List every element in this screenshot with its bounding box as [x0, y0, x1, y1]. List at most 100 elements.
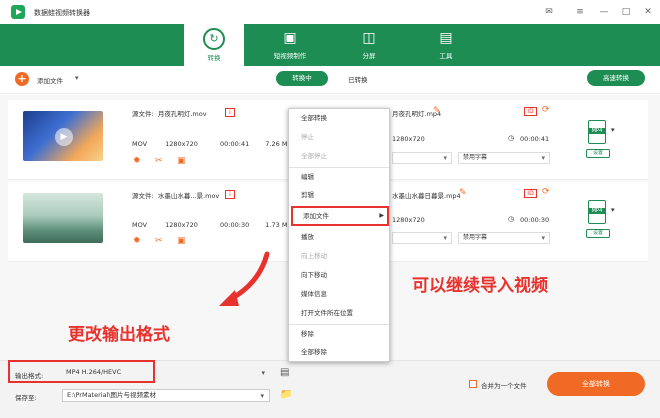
format-icon-label: MP4 [589, 208, 605, 214]
menu-item-stop[interactable]: 停止 [289, 128, 389, 147]
video-thumbnail[interactable] [23, 193, 103, 243]
menu-item-move-up[interactable]: 向上移动 [289, 247, 389, 266]
play-icon[interactable]: ▶ [55, 128, 73, 146]
annotation-arrow [219, 251, 270, 306]
output-resolution-text: 1280x720 [392, 216, 425, 224]
subtitle-select[interactable]: 禁用字幕 [458, 232, 550, 244]
subtitle-edit-icon[interactable]: ▣ [177, 156, 186, 166]
menu-item-remove[interactable]: 移除 [289, 324, 389, 343]
settings-button[interactable]: 设置 [586, 229, 610, 238]
app-title: 数据蛙视频转换器 [34, 9, 90, 17]
menu-icon[interactable]: ≡ [573, 5, 587, 19]
star-effect-icon[interactable]: ✸ [133, 156, 141, 166]
format-settings-icon[interactable]: ▤ [280, 367, 289, 378]
chevron-down-icon[interactable]: ▾ [611, 206, 615, 214]
tab-convert[interactable]: ↻ 转换 [184, 18, 244, 66]
output-duration: 00:00:41 [520, 135, 550, 143]
convert-all-button[interactable]: 全部转换 [547, 372, 645, 396]
save-path-select[interactable]: E:\PrMaterial\图片与视频素材 [62, 389, 270, 402]
tab-short-video-label: 短视频制作 [273, 52, 307, 60]
source-resolution: 1280x720 [165, 221, 198, 229]
subtitle-edit-icon[interactable]: ▣ [177, 236, 186, 246]
clock-icon: ◷ [508, 134, 515, 142]
source-name: 月夜孔明灯.mov [157, 110, 207, 118]
output-name: 水墨山水暮日暮景.mp4 [392, 192, 461, 200]
title-bar: 数据蛙视频转换器 ✉ ≡ — □ ✕ [0, 0, 660, 24]
source-name: 水墨山水暮...景.mov [157, 192, 220, 200]
annotation-import-hint: 可以继续导入视频 [412, 276, 548, 296]
info-icon[interactable]: i [225, 108, 235, 117]
cut-icon[interactable]: ✂ [155, 156, 163, 166]
save-to-label: 保存至: [15, 394, 37, 402]
format-mp4-icon[interactable]: MP4 [588, 120, 606, 144]
source-label: 源文件: [132, 110, 154, 118]
main-nav: ↻ 转换 ▣ 短视频制作 ◫ 分屏 ▤ 工具 [0, 18, 660, 66]
context-menu: 全部转换 停止 全部停止 编辑 剪辑 添加文件 播放 向上移动 向下移动 媒体信… [288, 108, 390, 362]
source-format: MOV [132, 221, 148, 229]
convert-icon: ↻ [203, 28, 225, 50]
add-file-button[interactable]: 添加文件 [37, 75, 63, 85]
toolbox-icon: ▤ [439, 30, 453, 46]
menu-item-remove-all[interactable]: 全部移除 [289, 343, 389, 362]
chevron-down-icon[interactable]: ▾ [611, 126, 615, 134]
close-icon[interactable]: ✕ [641, 5, 655, 19]
output-format-highlight [8, 360, 155, 383]
compress-icon[interactable]: ⟳ [542, 187, 550, 197]
maximize-icon[interactable]: □ [619, 5, 633, 19]
menu-item-play[interactable]: 播放 [289, 228, 389, 247]
source-file: 源文件: 水墨山水暮...景.mov [132, 190, 219, 200]
output-duration: 00:00:30 [520, 216, 550, 224]
app-logo-icon [11, 5, 25, 19]
video-make-icon: ▣ [283, 30, 297, 46]
chevron-down-icon[interactable]: ▾ [75, 74, 79, 82]
tab-converting[interactable]: 转换中 [276, 71, 328, 86]
output-resolution: 1280x720 [392, 216, 425, 224]
clock-icon: ◷ [508, 215, 515, 223]
source-duration: 00:00:41 [220, 140, 250, 148]
star-effect-icon[interactable]: ✸ [133, 236, 141, 246]
source-meta: MOV 1280x720 00:00:41 7.26 MB [132, 140, 292, 148]
source-format: MOV [132, 140, 148, 148]
menu-item-open-location[interactable]: 打开文件所在位置 [289, 304, 389, 323]
tab-short-video[interactable]: ▣ 短视频制作 [254, 24, 326, 66]
ids-icon[interactable]: ID [524, 189, 537, 198]
compress-icon[interactable]: ⟳ [542, 105, 550, 115]
cut-icon[interactable]: ✂ [155, 236, 163, 246]
source-resolution: 1280x720 [165, 140, 198, 148]
menu-item-stop-all[interactable]: 全部停止 [289, 147, 389, 166]
tab-split-screen-label: 分屏 [362, 52, 376, 60]
annotation-format-hint: 更改输出格式 [68, 325, 170, 345]
edit-name-icon[interactable]: ✎ [459, 188, 467, 198]
merge-label: 合并为一个文件 [481, 382, 527, 390]
output-resolution-text: 1280x720 [392, 135, 425, 143]
tab-split-screen[interactable]: ◫ 分屏 [333, 24, 405, 66]
merge-checkbox[interactable] [469, 380, 477, 388]
info-icon[interactable]: i [225, 190, 235, 199]
subtitle-select[interactable]: 禁用字幕 [458, 152, 550, 164]
tab-converted[interactable]: 已转换 [348, 74, 368, 84]
edit-name-icon[interactable]: ✎ [433, 106, 441, 116]
fast-convert-button[interactable]: 高速转换 [587, 70, 645, 86]
audio-select[interactable] [392, 152, 452, 164]
menu-item-edit[interactable]: 编辑 [289, 167, 389, 186]
menu-item-move-down[interactable]: 向下移动 [289, 266, 389, 285]
folder-icon[interactable]: 📁 [280, 389, 292, 400]
ids-icon[interactable]: ID [524, 107, 537, 116]
output-resolution: 1280x720 [392, 135, 425, 143]
settings-button[interactable]: 设置 [586, 149, 610, 158]
minimize-icon[interactable]: — [597, 5, 611, 19]
video-thumbnail[interactable]: ▶ [23, 111, 103, 161]
feedback-icon[interactable]: ✉ [542, 5, 556, 19]
source-duration: 00:00:30 [220, 221, 250, 229]
menu-item-clip[interactable]: 剪辑 [289, 186, 389, 205]
format-mp4-icon[interactable]: MP4 [588, 200, 606, 224]
source-file: 源文件: 月夜孔明灯.mov [132, 108, 207, 118]
menu-item-media-info[interactable]: 媒体信息 [289, 285, 389, 304]
add-file-plus-icon[interactable]: + [15, 72, 29, 86]
tab-tools[interactable]: ▤ 工具 [410, 24, 482, 66]
tab-convert-label: 转换 [207, 54, 221, 62]
audio-select[interactable] [392, 232, 452, 244]
menu-item-convert-all[interactable]: 全部转换 [289, 109, 389, 128]
source-meta: MOV 1280x720 00:00:30 1.73 MB [132, 221, 292, 229]
menu-item-add-file[interactable]: 添加文件 [291, 206, 389, 226]
